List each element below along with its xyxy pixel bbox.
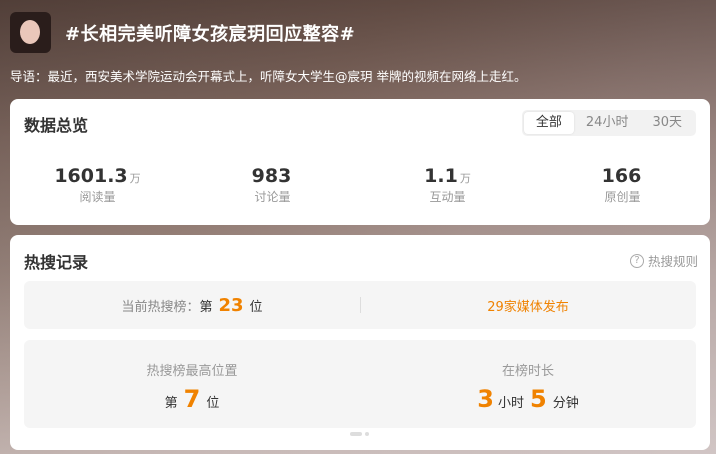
help-icon: ? xyxy=(629,253,644,268)
stat-originals: 166 原创量 xyxy=(535,165,710,205)
duration-hours-unit: 小时 xyxy=(497,396,524,411)
tab-all[interactable]: 全部 xyxy=(523,112,574,134)
stat-label: 阅读量 xyxy=(79,190,116,204)
duration-minutes-unit: 分钟 xyxy=(552,396,579,411)
stat-value: 983 xyxy=(251,165,292,187)
duration-minutes: 5 xyxy=(530,385,547,413)
peak-rank-wei: 位 xyxy=(206,396,220,411)
current-rank-panel: 当前热搜榜： 第 23 位 29家媒体发布 xyxy=(24,281,696,329)
stat-label: 原创量 xyxy=(604,190,641,204)
dot-active xyxy=(350,432,362,436)
stat-unit: 万 xyxy=(459,172,471,185)
pagination-dots xyxy=(350,432,369,436)
data-overview-card: 数据总览 全部 24小时 30天 1601.3 万 阅读量 983 讨论量 1.1… xyxy=(10,99,710,225)
stat-label: 讨论量 xyxy=(254,190,291,204)
stat-label: 互动量 xyxy=(429,190,466,204)
stat-value: 1.1 xyxy=(424,165,458,187)
time-range-tabs: 全部 24小时 30天 xyxy=(521,110,696,136)
dot xyxy=(365,432,369,436)
peak-rank-number: 7 xyxy=(183,385,201,413)
current-rank-prefix: 当前热搜榜： xyxy=(121,299,200,315)
rules-label: 热搜规则 xyxy=(647,254,698,269)
current-rank-di: 第 xyxy=(199,299,213,315)
overview-title: 数据总览 xyxy=(24,116,89,135)
tab-24h[interactable]: 24小时 xyxy=(574,112,641,134)
duration-label: 在榜时长 xyxy=(501,364,554,379)
hot-search-title: 热搜记录 xyxy=(24,253,89,272)
stat-interactions: 1.1 万 互动量 xyxy=(360,165,535,205)
media-publish-link[interactable]: 29家媒体发布 xyxy=(360,281,696,329)
current-rank-number: 23 xyxy=(218,294,244,316)
stat-unit: 万 xyxy=(129,172,141,185)
peak-rank: 热搜榜最高位置 第 7 位 xyxy=(24,340,360,428)
hot-search-rules-link[interactable]: ? 热搜规则 xyxy=(629,251,698,270)
duration: 在榜时长 3 小时 5 分钟 xyxy=(360,340,696,428)
peak-rank-di: 第 xyxy=(164,396,178,411)
rank-stats-panel: 热搜榜最高位置 第 7 位 在榜时长 3 小时 5 分钟 xyxy=(24,340,696,428)
duration-hours: 3 xyxy=(477,385,494,413)
stat-value: 1601.3 xyxy=(54,165,128,187)
peak-rank-label: 热搜榜最高位置 xyxy=(146,364,238,379)
stat-discussions: 983 讨论量 xyxy=(185,165,360,205)
avatar[interactable] xyxy=(10,12,51,53)
topic-title: #长相完美听障女孩宸玥回应整容# xyxy=(65,23,356,45)
current-rank: 当前热搜榜： 第 23 位 xyxy=(24,281,360,329)
current-rank-wei: 位 xyxy=(249,299,263,315)
hot-search-card: 热搜记录 ? 热搜规则 当前热搜榜： 第 23 位 29家媒体发布 热搜榜最高位… xyxy=(10,235,710,450)
stat-reads: 1601.3 万 阅读量 xyxy=(10,165,185,205)
guide-text: 导语：最近，西安美术学院运动会开幕式上，听障女大学生@宸玥 举牌的视频在网络上走… xyxy=(10,69,527,84)
tab-30d[interactable]: 30天 xyxy=(640,112,694,134)
stats-row: 1601.3 万 阅读量 983 讨论量 1.1 万 互动量 166 原创量 xyxy=(10,165,710,205)
header: #长相完美听障女孩宸玥回应整容# xyxy=(10,12,355,53)
stat-value: 166 xyxy=(601,165,642,187)
